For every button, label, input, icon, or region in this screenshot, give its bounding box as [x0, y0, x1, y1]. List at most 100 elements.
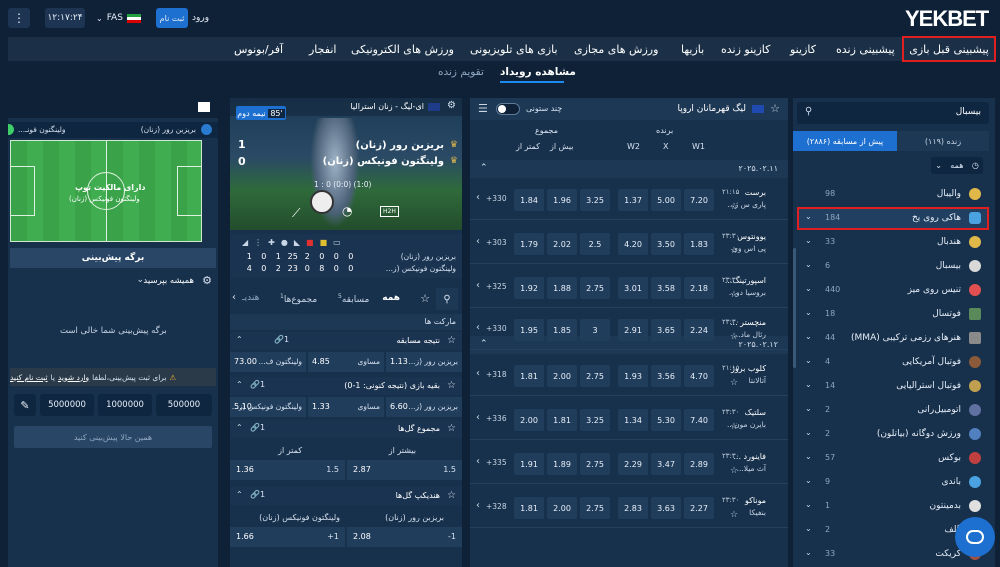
- odd-x[interactable]: 3.58: [651, 277, 681, 299]
- sport-item-volleyball[interactable]: والیبال 98: [797, 183, 989, 206]
- star-icon[interactable]: ☆: [730, 332, 738, 342]
- chevron-up-icon[interactable]: ⌃: [236, 490, 243, 499]
- odd-over[interactable]: 1.5 2.87: [347, 460, 462, 480]
- link-icon[interactable]: 🔗1: [274, 335, 289, 344]
- sport-item-american-football[interactable]: ⌄ فوتبال آمریکایی 4: [797, 351, 989, 374]
- odd-w2[interactable]: 1.37: [618, 189, 648, 211]
- odd-total-line[interactable]: 2.75: [580, 497, 610, 519]
- more-markets-count[interactable]: +330: [486, 324, 507, 333]
- more-markets-count[interactable]: +325: [486, 282, 507, 291]
- odd-handicap-home[interactable]: -1 2.08: [347, 527, 462, 547]
- odd-over[interactable]: 2.00: [547, 497, 577, 519]
- chevron-up-icon[interactable]: ⌃: [236, 380, 243, 389]
- tab-events[interactable]: مشاهده رویداد: [500, 66, 576, 78]
- match-row[interactable]: یوونتوس پی اس وی ۲۳:۳۰ ☆ 1.83 3.50 4.20 2.5 2.02…: [470, 224, 788, 264]
- login-link[interactable]: وارد شوید: [58, 373, 89, 382]
- star-icon[interactable]: ☆: [730, 378, 738, 388]
- tab-prematch-count[interactable]: پیش از مسابقه (۲۸۸۶): [793, 131, 897, 151]
- more-markets-count[interactable]: +318: [486, 370, 507, 379]
- odd-w2[interactable]: 1.34: [618, 409, 648, 431]
- market-header[interactable]: ☆ نتیجه مسابقه 🔗1 ⌃: [230, 332, 462, 350]
- tab-totals[interactable]: مجموع‌ها1: [280, 293, 317, 305]
- link-icon[interactable]: 🔗1: [250, 380, 265, 389]
- sport-item-badminton[interactable]: ⌄ بدمینتون 1: [797, 495, 989, 518]
- star-icon[interactable]: ☆: [447, 490, 456, 501]
- edit-amount-button[interactable]: ✎: [14, 394, 36, 416]
- more-markets-count[interactable]: +336: [486, 414, 507, 423]
- nav-bonus[interactable]: آفر/بونوس: [234, 37, 283, 61]
- chevron-left-icon[interactable]: ‹: [476, 280, 480, 291]
- odd-w1[interactable]: 7.40: [684, 409, 714, 431]
- odd-under[interactable]: 1.81: [514, 497, 544, 519]
- nav-games[interactable]: بازیها: [681, 37, 704, 61]
- chevron-left-icon[interactable]: ‹: [476, 456, 480, 467]
- odd-total-line[interactable]: 2.5: [580, 233, 610, 255]
- odd-x[interactable]: 5.00: [651, 189, 681, 211]
- market-header[interactable]: ☆ مجموع گل‌ها 🔗1 ⌃: [230, 420, 462, 438]
- match-row[interactable]: سلتیک بایرن مون... ۲۳:۳۰ ☆ 7.40 5.30 1.34 3.25 1…: [470, 400, 788, 440]
- odd-total-line[interactable]: 2.75: [580, 453, 610, 475]
- chevron-left-icon[interactable]: ‹: [476, 322, 480, 333]
- odd-total-line[interactable]: 3.25: [580, 409, 610, 431]
- odd-over[interactable]: 1.88: [547, 277, 577, 299]
- tab-all[interactable]: همه: [382, 293, 400, 303]
- amount-chip-5000000[interactable]: 5000000: [40, 394, 94, 416]
- odd-home[interactable]: بریزبن رور (ز... 1.13: [386, 352, 462, 372]
- odd-away[interactable]: ولینگتون ف... 73.00: [230, 352, 306, 372]
- odd-w2[interactable]: 2.29: [618, 453, 648, 475]
- tab-match[interactable]: مسابقه5: [338, 293, 369, 305]
- odd-w2[interactable]: 3.01: [618, 277, 648, 299]
- star-icon[interactable]: ☆: [420, 292, 430, 305]
- market-header[interactable]: ☆ بقیه بازی (نتیجه کنونی: 1-0) 🔗1 ⌃: [230, 377, 462, 395]
- nav-esports[interactable]: ورزش های الکترونیکی: [351, 37, 454, 61]
- tab-handicap[interactable]: هندیـ: [242, 293, 259, 303]
- odd-total-line[interactable]: 2.75: [580, 277, 610, 299]
- odd-handicap-away[interactable]: +1 1.66: [230, 527, 345, 547]
- star-icon[interactable]: ☆: [447, 380, 456, 391]
- star-icon[interactable]: ☆: [447, 423, 456, 434]
- match-row[interactable]: موناکو بنفیکا ۲۳:۳۰ ☆ 2.27 3.63 2.83 2.75 2.00 1.…: [470, 488, 788, 528]
- sport-item-baseball[interactable]: ⌄ بیسبال 6: [797, 255, 989, 278]
- odd-w1[interactable]: 2.89: [684, 453, 714, 475]
- sport-item-mma[interactable]: ⌄ هنرهای رزمی ترکیبی (MMA) 44: [797, 327, 989, 350]
- odd-over[interactable]: 1.89: [547, 453, 577, 475]
- login-button[interactable]: ورود: [192, 13, 209, 23]
- sport-item-bandy[interactable]: ⌄ باندی 9: [797, 471, 989, 494]
- nav-virtual[interactable]: ورزش های مجازی: [574, 37, 658, 61]
- odd-total-line[interactable]: 3.25: [580, 189, 610, 211]
- more-markets-count[interactable]: +328: [486, 502, 507, 511]
- more-markets-count[interactable]: +335: [486, 458, 507, 467]
- odd-x[interactable]: 3.56: [651, 365, 681, 387]
- star-icon[interactable]: ☆: [730, 422, 738, 432]
- odd-under[interactable]: 1.5 1.36: [230, 460, 345, 480]
- odd-w1[interactable]: 1.83: [684, 233, 714, 255]
- amount-chip-1000000[interactable]: 1000000: [98, 394, 152, 416]
- nav-tv-games[interactable]: بازی های تلویزیونی: [470, 37, 558, 61]
- star-icon[interactable]: ☆: [730, 246, 738, 256]
- odd-w1[interactable]: 4.70: [684, 365, 714, 387]
- odd-total-line[interactable]: 2.75: [580, 365, 610, 387]
- odd-under[interactable]: 1.81: [514, 365, 544, 387]
- place-bet-button[interactable]: همین حالا پیش‌بینی کنید: [14, 426, 212, 448]
- odd-draw[interactable]: مساوی 4.85: [308, 352, 384, 372]
- odd-under[interactable]: 1.92: [514, 277, 544, 299]
- match-row[interactable]: فاینورد ... آث میلا... ۲۳:۳۰ ☆ 2.89 3.47 2.29 2…: [470, 444, 788, 484]
- star-icon[interactable]: ☆: [730, 202, 738, 212]
- link-icon[interactable]: 🔗1: [250, 423, 265, 432]
- odd-w1[interactable]: 2.18: [684, 277, 714, 299]
- chevron-left-icon[interactable]: ‹: [476, 368, 480, 379]
- odd-x[interactable]: 5.30: [651, 409, 681, 431]
- register-button[interactable]: ثبت نام: [156, 8, 188, 28]
- odd-over[interactable]: 2.00: [547, 365, 577, 387]
- sport-item-aussie-rules[interactable]: ⌄ فوتبال استرالیایی 14: [797, 375, 989, 398]
- nav-prematch[interactable]: پیشبینی قبل بازی: [902, 36, 996, 62]
- star-icon[interactable]: ☆: [770, 102, 780, 115]
- odd-w2[interactable]: 2.83: [618, 497, 648, 519]
- language-selector[interactable]: ⌄ FAS: [96, 9, 141, 27]
- chevron-left-icon[interactable]: ‹: [476, 192, 480, 203]
- scrollbar[interactable]: [793, 248, 796, 368]
- sport-item-table-tennis[interactable]: ⌄ تنیس روی میز 440: [797, 279, 989, 302]
- search-input[interactable]: ⚲ بیسبال: [797, 102, 989, 124]
- odd-over[interactable]: 2.02: [547, 233, 577, 255]
- odd-away[interactable]: ولینگتون فونیکس (ز... 5.10: [230, 397, 306, 417]
